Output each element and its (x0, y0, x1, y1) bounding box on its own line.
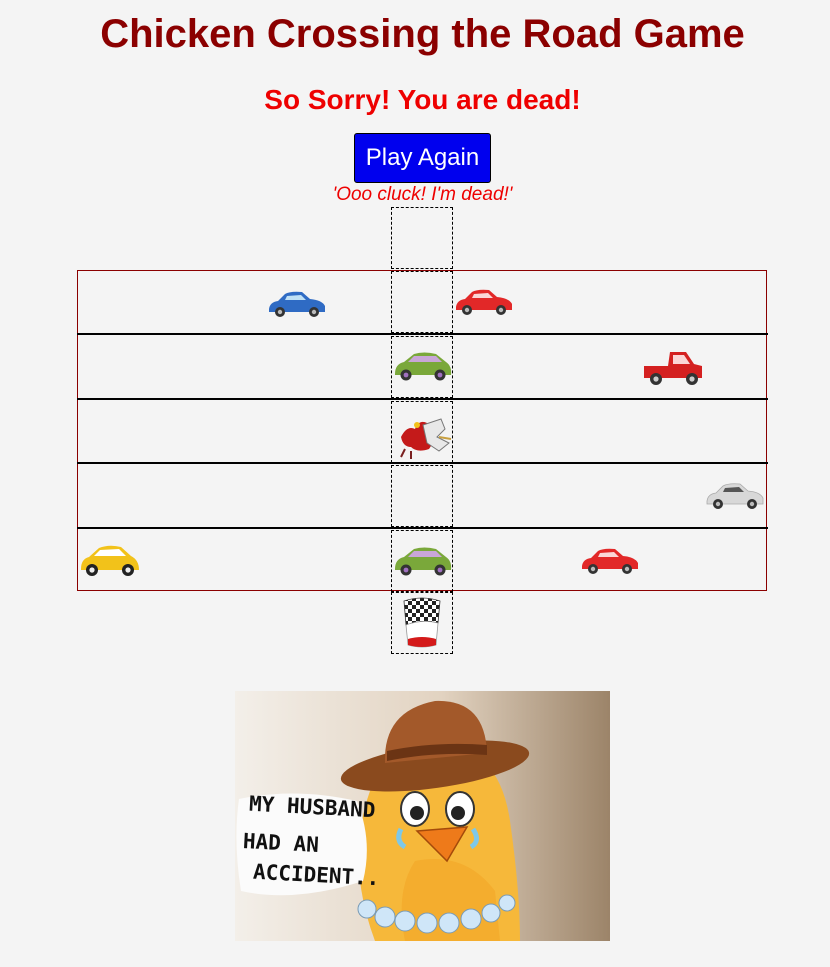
green-hatchback-icon (395, 352, 452, 381)
red-car-icon (582, 548, 638, 574)
page-title: Chicken Crossing the Road Game (100, 12, 745, 56)
finish-cell (391, 592, 453, 654)
crying-hen-poster: MY HUSBAND HAD AN ACCIDENT.. (235, 691, 610, 941)
blue-car-icon (269, 291, 325, 317)
lane-divider (77, 333, 768, 335)
play-again-button[interactable]: Play Again (354, 133, 491, 183)
status-message: So Sorry! You are dead! (264, 84, 581, 115)
chicken-quote: 'Ooo cluck! I'm dead!' (332, 184, 513, 205)
chicken-path-cell (391, 465, 453, 527)
lane-divider (77, 398, 768, 400)
game-page: Chicken Crossing the Road Game So Sorry!… (0, 0, 830, 967)
chicken-path-cell (391, 271, 453, 333)
chicken-start-cell (391, 207, 453, 269)
poster-caption-line: HAD AN (242, 829, 320, 857)
squashed-chicken-icon (400, 418, 452, 459)
red-car-icon (456, 289, 512, 315)
red-pickup-truck-icon (644, 352, 702, 385)
checkered-flag-icon (403, 597, 441, 648)
green-hatchback-icon (395, 547, 452, 576)
lane-divider (77, 527, 768, 529)
yellow-hatchback-icon (81, 545, 139, 576)
white-car-icon (706, 483, 764, 509)
